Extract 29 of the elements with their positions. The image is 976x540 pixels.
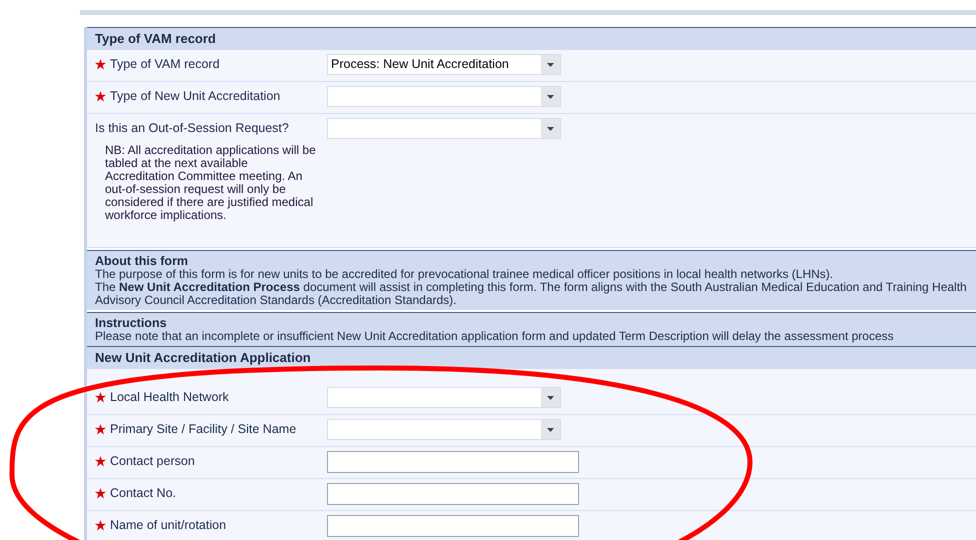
field-label: Is this an Out-of-Session Request? xyxy=(95,120,289,137)
section-header: Type of VAM record xyxy=(87,28,976,50)
dropdown-field[interactable]: Process: New Unit Accreditation xyxy=(327,54,561,75)
dropdown-field[interactable] xyxy=(327,86,561,107)
section-title: Instructions xyxy=(95,317,168,330)
field-label: Contact No. xyxy=(110,484,176,502)
caret-down-icon xyxy=(541,420,560,439)
input-field[interactable] xyxy=(327,483,579,505)
dropdown-field[interactable] xyxy=(327,118,561,139)
dropdown-field[interactable] xyxy=(327,387,561,408)
input-field[interactable] xyxy=(327,451,579,473)
field-label: Local Health Network xyxy=(110,388,229,406)
info-text: The New Unit Accreditation Process document will assist in completing this form. The form aligns with the South Australian Medical Education and Training Health Advisory Council Accreditation Standards (Accreditation Standards). xyxy=(95,281,968,307)
field-label: Type of New Unit Accreditation xyxy=(110,88,280,105)
caret-down-icon xyxy=(541,119,560,138)
info-text: Please note that an incomplete or insufficient New Unit Accreditation application form and updated Term Description will delay the assessment process xyxy=(95,330,895,343)
info-text: The purpose of this form is for new units to be accredited for prevocational trainee medical officer positions in local health networks (LHNs). xyxy=(95,268,834,281)
section-title: About this form xyxy=(95,255,190,268)
field-label: Primary Site / Facility / Site Name xyxy=(110,420,296,438)
section-header: New Unit Accreditation Application xyxy=(87,347,976,369)
input-field[interactable] xyxy=(327,515,579,537)
note-text: NB: All accreditation applications will be tabled at the next available Accreditation Committee meeting. An out-of-session request will only be considered if there are justified medical workforce implications. xyxy=(105,144,317,222)
caret-down-icon xyxy=(541,55,560,74)
field-label: Contact person xyxy=(110,452,195,470)
dropdown-field[interactable] xyxy=(327,419,561,440)
field-label: Type of VAM record xyxy=(110,56,220,73)
caret-down-icon xyxy=(541,87,560,106)
caret-down-icon xyxy=(541,388,560,407)
field-label: Name of unit/rotation xyxy=(110,516,226,534)
